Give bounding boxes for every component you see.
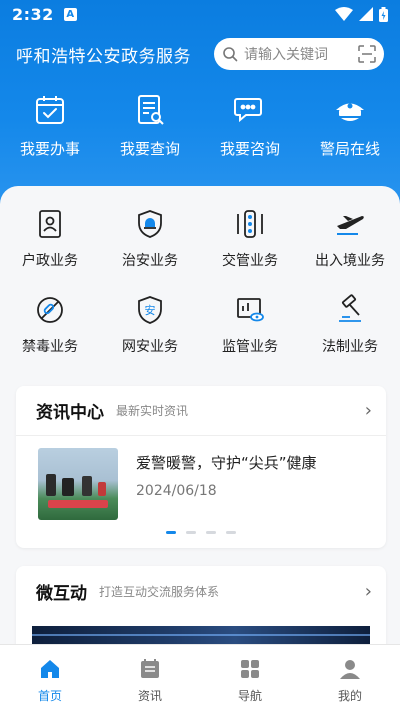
monitor-eye-icon: [230, 292, 270, 328]
chevron-right-icon[interactable]: ›: [365, 400, 372, 421]
chat-bubbles-icon: [230, 90, 270, 130]
shield-alarm-icon: [130, 206, 170, 242]
search-icon: [223, 47, 238, 62]
service-legal[interactable]: 法制业务: [300, 284, 400, 356]
tab-news[interactable]: 资讯: [100, 645, 200, 711]
service-grid: 户政业务 治安业务 交管业务 出入境业务 禁毒业务 安 网安业务 监管业务 法制…: [0, 198, 400, 356]
service-public-security[interactable]: 治安业务: [100, 198, 200, 270]
traffic-light-icon: [230, 206, 270, 242]
police-cap-icon: [330, 90, 370, 130]
user-icon: [338, 657, 362, 681]
id-card-icon: [30, 206, 70, 242]
header-banner: 2:32 A 呼和浩特公安政务服务 请输入关键词 我要办事 我要查询 我要咨询 …: [0, 0, 400, 215]
app-title: 呼和浩特公安政务服务: [16, 46, 191, 67]
notification-icon: A: [63, 7, 77, 21]
quick-action-query[interactable]: 我要查询: [100, 90, 200, 170]
carousel-dot[interactable]: [226, 531, 236, 534]
tab-navigation[interactable]: 导航: [200, 645, 300, 711]
news-item-title: 爱警暖警，守护“尖兵”健康: [136, 454, 317, 472]
tab-profile[interactable]: 我的: [300, 645, 400, 711]
service-traffic[interactable]: 交管业务: [200, 198, 300, 270]
carousel-dot[interactable]: [186, 531, 196, 534]
status-bar: 2:32 A: [0, 0, 400, 28]
scan-icon[interactable]: [358, 45, 376, 63]
carousel-dot[interactable]: [166, 531, 176, 534]
status-time: 2:32: [12, 4, 54, 24]
airplane-icon: [330, 206, 370, 242]
news-title: 资讯中心: [36, 403, 104, 423]
home-icon: [38, 657, 62, 681]
micro-title: 微互动: [36, 583, 87, 604]
svg-text:安: 安: [145, 303, 156, 317]
search-bar[interactable]: 请输入关键词: [214, 38, 384, 70]
grid-icon: [238, 657, 262, 681]
tab-home[interactable]: 首页: [0, 645, 100, 711]
quick-action-police-online[interactable]: 警局在线: [300, 90, 400, 170]
battery-icon: [379, 6, 388, 22]
gavel-icon: [330, 292, 370, 328]
news-item-date: 2024/06/18: [136, 483, 217, 499]
bottom-tab-bar: 首页 资讯 导航 我的: [0, 644, 400, 711]
search-input[interactable]: 请输入关键词: [244, 44, 358, 64]
signal-icon: [359, 7, 373, 21]
news-thumbnail: [38, 448, 118, 520]
wifi-icon: [335, 7, 353, 21]
micro-subtitle: 打造互动交流服务体系: [99, 584, 220, 599]
news-item[interactable]: 爱警暖警，守护“尖兵”健康 2024/06/18: [16, 436, 386, 520]
content-panel: 户政业务 治安业务 交管业务 出入境业务 禁毒业务 安 网安业务 监管业务 法制…: [0, 186, 400, 656]
no-drugs-icon: [30, 292, 70, 328]
service-exit-entry[interactable]: 出入境业务: [300, 198, 400, 270]
service-supervision[interactable]: 监管业务: [200, 284, 300, 356]
carousel-dot[interactable]: [206, 531, 216, 534]
cyber-shield-icon: 安: [130, 292, 170, 328]
document-search-icon: [130, 90, 170, 130]
carousel-indicator: [16, 531, 386, 534]
service-cyber-security[interactable]: 安 网安业务: [100, 284, 200, 356]
micro-header[interactable]: 微互动 打造互动交流服务体系 ›: [16, 566, 386, 616]
micro-interaction-card: 微互动 打造互动交流服务体系 ›: [16, 566, 386, 656]
quick-actions: 我要办事 我要查询 我要咨询 警局在线: [0, 90, 400, 170]
news-header[interactable]: 资讯中心 最新实时资讯 ›: [16, 386, 386, 436]
chevron-right-icon[interactable]: ›: [365, 581, 372, 602]
news-card: 资讯中心 最新实时资讯 › 爱警暖警，守护“尖兵”健康 2024/06/18: [16, 386, 386, 548]
service-household[interactable]: 户政业务: [0, 198, 100, 270]
news-icon: [138, 657, 162, 681]
quick-action-consult[interactable]: 我要咨询: [200, 90, 300, 170]
service-anti-drug[interactable]: 禁毒业务: [0, 284, 100, 356]
calendar-check-icon: [30, 90, 70, 130]
news-subtitle: 最新实时资讯: [116, 404, 189, 418]
quick-action-handle-affairs[interactable]: 我要办事: [0, 90, 100, 170]
